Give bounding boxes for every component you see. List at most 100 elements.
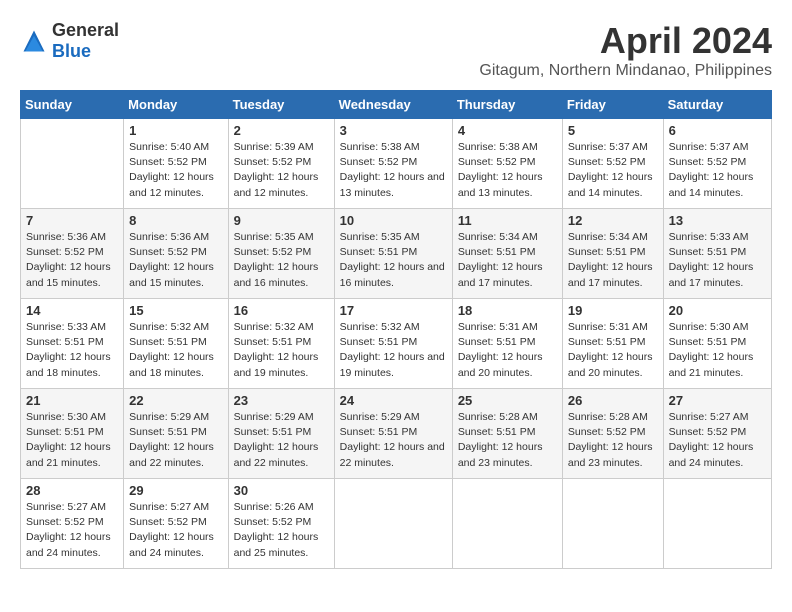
day-info: Sunrise: 5:28 AMSunset: 5:52 PMDaylight:… xyxy=(568,410,658,471)
day-number: 22 xyxy=(129,393,222,408)
calendar-cell xyxy=(334,479,452,569)
calendar-cell: 13 Sunrise: 5:33 AMSunset: 5:51 PMDayligh… xyxy=(663,209,771,299)
day-info: Sunrise: 5:31 AMSunset: 5:51 PMDaylight:… xyxy=(568,320,658,381)
day-info: Sunrise: 5:27 AMSunset: 5:52 PMDaylight:… xyxy=(129,500,222,561)
calendar-cell: 3 Sunrise: 5:38 AMSunset: 5:52 PMDaylight… xyxy=(334,119,452,209)
day-info: Sunrise: 5:40 AMSunset: 5:52 PMDaylight:… xyxy=(129,140,222,201)
day-info: Sunrise: 5:30 AMSunset: 5:51 PMDaylight:… xyxy=(26,410,118,471)
day-number: 25 xyxy=(458,393,557,408)
day-info: Sunrise: 5:27 AMSunset: 5:52 PMDaylight:… xyxy=(26,500,118,561)
day-info: Sunrise: 5:29 AMSunset: 5:51 PMDaylight:… xyxy=(234,410,329,471)
day-info: Sunrise: 5:27 AMSunset: 5:52 PMDaylight:… xyxy=(669,410,766,471)
logo-icon xyxy=(20,27,48,55)
title-block: April 2024 Gitagum, Northern Mindanao, P… xyxy=(479,20,772,80)
calendar-header-row: SundayMondayTuesdayWednesdayThursdayFrid… xyxy=(21,91,772,119)
day-info: Sunrise: 5:31 AMSunset: 5:51 PMDaylight:… xyxy=(458,320,557,381)
header-friday: Friday xyxy=(562,91,663,119)
day-info: Sunrise: 5:29 AMSunset: 5:51 PMDaylight:… xyxy=(340,410,447,471)
header-wednesday: Wednesday xyxy=(334,91,452,119)
calendar-cell: 11 Sunrise: 5:34 AMSunset: 5:51 PMDayligh… xyxy=(452,209,562,299)
day-number: 30 xyxy=(234,483,329,498)
day-number: 14 xyxy=(26,303,118,318)
day-number: 11 xyxy=(458,213,557,228)
day-info: Sunrise: 5:37 AMSunset: 5:52 PMDaylight:… xyxy=(568,140,658,201)
day-number: 12 xyxy=(568,213,658,228)
logo-text: General Blue xyxy=(52,20,119,62)
calendar-cell: 12Sunrise: 5:34 AMSunset: 5:51 PMDayligh… xyxy=(562,209,663,299)
day-number: 29 xyxy=(129,483,222,498)
day-number: 26 xyxy=(568,393,658,408)
calendar-cell: 26 Sunrise: 5:28 AMSunset: 5:52 PMDayligh… xyxy=(562,389,663,479)
day-info: Sunrise: 5:32 AMSunset: 5:51 PMDaylight:… xyxy=(234,320,329,381)
header-sunday: Sunday xyxy=(21,91,124,119)
logo: General Blue xyxy=(20,20,119,62)
calendar-cell: 27 Sunrise: 5:27 AMSunset: 5:52 PMDayligh… xyxy=(663,389,771,479)
calendar-cell: 29 Sunrise: 5:27 AMSunset: 5:52 PMDayligh… xyxy=(124,479,228,569)
page-header: General Blue April 2024 Gitagum, Norther… xyxy=(20,20,772,80)
day-number: 19 xyxy=(568,303,658,318)
calendar-cell: 7 Sunrise: 5:36 AMSunset: 5:52 PMDaylight… xyxy=(21,209,124,299)
month-title: April 2024 xyxy=(479,20,772,62)
calendar-cell: 4Sunrise: 5:38 AMSunset: 5:52 PMDaylight… xyxy=(452,119,562,209)
calendar-cell: 15Sunrise: 5:32 AMSunset: 5:51 PMDayligh… xyxy=(124,299,228,389)
calendar-cell: 19 Sunrise: 5:31 AMSunset: 5:51 PMDayligh… xyxy=(562,299,663,389)
day-number: 7 xyxy=(26,213,118,228)
calendar-cell: 28 Sunrise: 5:27 AMSunset: 5:52 PMDayligh… xyxy=(21,479,124,569)
calendar-cell: 2Sunrise: 5:39 AMSunset: 5:52 PMDaylight… xyxy=(228,119,334,209)
day-number: 16 xyxy=(234,303,329,318)
day-info: Sunrise: 5:33 AMSunset: 5:51 PMDaylight:… xyxy=(26,320,118,381)
day-number: 3 xyxy=(340,123,447,138)
calendar-cell xyxy=(663,479,771,569)
calendar-cell xyxy=(21,119,124,209)
calendar-week-row: 14 Sunrise: 5:33 AMSunset: 5:51 PMDayligh… xyxy=(21,299,772,389)
calendar-cell xyxy=(562,479,663,569)
day-info: Sunrise: 5:38 AMSunset: 5:52 PMDaylight:… xyxy=(340,140,447,201)
day-number: 2 xyxy=(234,123,329,138)
day-number: 23 xyxy=(234,393,329,408)
calendar-cell: 9Sunrise: 5:35 AMSunset: 5:52 PMDaylight… xyxy=(228,209,334,299)
calendar-cell: 14 Sunrise: 5:33 AMSunset: 5:51 PMDayligh… xyxy=(21,299,124,389)
day-info: Sunrise: 5:28 AMSunset: 5:51 PMDaylight:… xyxy=(458,410,557,471)
day-number: 8 xyxy=(129,213,222,228)
calendar-cell: 1Sunrise: 5:40 AMSunset: 5:52 PMDaylight… xyxy=(124,119,228,209)
day-number: 27 xyxy=(669,393,766,408)
calendar-cell: 16 Sunrise: 5:32 AMSunset: 5:51 PMDayligh… xyxy=(228,299,334,389)
day-info: Sunrise: 5:37 AMSunset: 5:52 PMDaylight:… xyxy=(669,140,766,201)
location-title: Gitagum, Northern Mindanao, Philippines xyxy=(479,62,772,80)
calendar-cell: 24 Sunrise: 5:29 AMSunset: 5:51 PMDayligh… xyxy=(334,389,452,479)
logo-blue: Blue xyxy=(52,41,91,61)
day-number: 17 xyxy=(340,303,447,318)
day-number: 24 xyxy=(340,393,447,408)
calendar-table: SundayMondayTuesdayWednesdayThursdayFrid… xyxy=(20,90,772,569)
calendar-week-row: 21Sunrise: 5:30 AMSunset: 5:51 PMDayligh… xyxy=(21,389,772,479)
day-info: Sunrise: 5:29 AMSunset: 5:51 PMDaylight:… xyxy=(129,410,222,471)
calendar-cell: 25 Sunrise: 5:28 AMSunset: 5:51 PMDayligh… xyxy=(452,389,562,479)
day-number: 5 xyxy=(568,123,658,138)
header-thursday: Thursday xyxy=(452,91,562,119)
calendar-cell: 18 Sunrise: 5:31 AMSunset: 5:51 PMDayligh… xyxy=(452,299,562,389)
day-info: Sunrise: 5:33 AMSunset: 5:51 PMDaylight:… xyxy=(669,230,766,291)
day-info: Sunrise: 5:35 AMSunset: 5:52 PMDaylight:… xyxy=(234,230,329,291)
day-number: 18 xyxy=(458,303,557,318)
calendar-cell: 8 Sunrise: 5:36 AMSunset: 5:52 PMDaylight… xyxy=(124,209,228,299)
calendar-week-row: 1Sunrise: 5:40 AMSunset: 5:52 PMDaylight… xyxy=(21,119,772,209)
day-info: Sunrise: 5:35 AMSunset: 5:51 PMDaylight:… xyxy=(340,230,447,291)
header-saturday: Saturday xyxy=(663,91,771,119)
day-info: Sunrise: 5:34 AMSunset: 5:51 PMDaylight:… xyxy=(458,230,557,291)
day-info: Sunrise: 5:36 AMSunset: 5:52 PMDaylight:… xyxy=(26,230,118,291)
calendar-cell: 17Sunrise: 5:32 AMSunset: 5:51 PMDayligh… xyxy=(334,299,452,389)
day-number: 13 xyxy=(669,213,766,228)
day-info: Sunrise: 5:36 AMSunset: 5:52 PMDaylight:… xyxy=(129,230,222,291)
day-info: Sunrise: 5:26 AMSunset: 5:52 PMDaylight:… xyxy=(234,500,329,561)
day-number: 4 xyxy=(458,123,557,138)
calendar-cell: 22 Sunrise: 5:29 AMSunset: 5:51 PMDayligh… xyxy=(124,389,228,479)
logo-general: General xyxy=(52,20,119,40)
calendar-cell: 21Sunrise: 5:30 AMSunset: 5:51 PMDayligh… xyxy=(21,389,124,479)
day-number: 28 xyxy=(26,483,118,498)
calendar-week-row: 28 Sunrise: 5:27 AMSunset: 5:52 PMDayligh… xyxy=(21,479,772,569)
header-monday: Monday xyxy=(124,91,228,119)
day-number: 15 xyxy=(129,303,222,318)
day-number: 6 xyxy=(669,123,766,138)
day-info: Sunrise: 5:30 AMSunset: 5:51 PMDaylight:… xyxy=(669,320,766,381)
calendar-week-row: 7 Sunrise: 5:36 AMSunset: 5:52 PMDaylight… xyxy=(21,209,772,299)
